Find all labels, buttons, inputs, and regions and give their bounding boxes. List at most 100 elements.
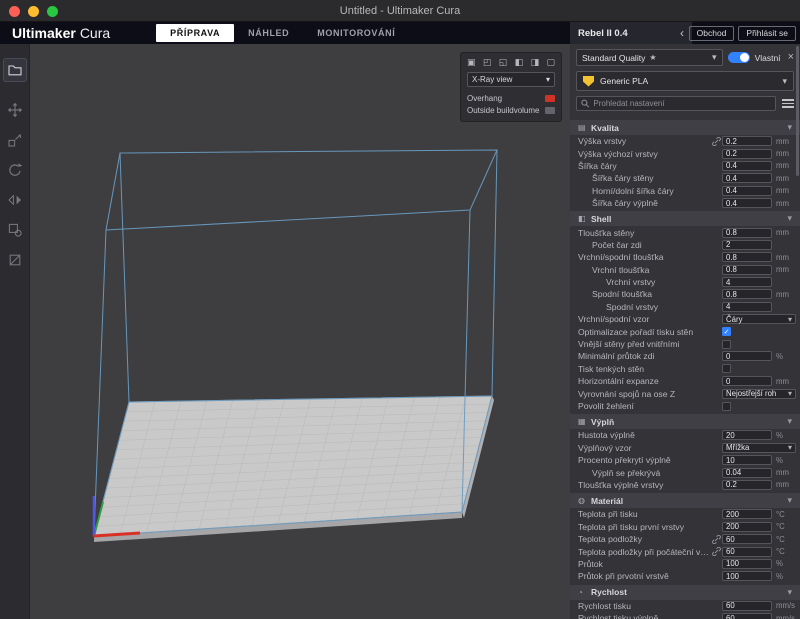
setting-value-input[interactable]: 20 (722, 430, 772, 440)
setting-value-input[interactable]: 100 (722, 559, 772, 569)
setting-value-input[interactable]: 2 (722, 240, 772, 250)
header-buttons: Obchod Přihlásit se (689, 26, 796, 41)
settings-menu-icon[interactable] (782, 99, 794, 108)
setting-value-input[interactable]: 0.2 (722, 149, 772, 159)
view-3d-icon[interactable]: ▣ (467, 58, 476, 67)
tab-nahled[interactable]: NÁHLED (234, 24, 303, 42)
support-blocker-button[interactable] (3, 248, 27, 272)
setting-dropdown-value: Mřížka (726, 443, 749, 452)
view-right-icon[interactable]: ◨ (531, 58, 540, 67)
printer-selector[interactable]: Rebel II 0.4 ‹ (570, 22, 692, 44)
setting-row-rychlost-tisku: Rychlost tisku60mm/s (570, 600, 800, 612)
setting-row-teplota-podlozky: Teplota podložky60°C (570, 533, 800, 545)
section-header-kvalita[interactable]: ▤Kvalita▾ (570, 120, 800, 135)
logo-cura: Cura (80, 25, 110, 41)
setting-row-teplota-pri-tisku-prvni-vrstvy: Teplota při tisku první vrstvy200°C (570, 521, 800, 533)
setting-checkbox[interactable] (722, 402, 731, 411)
minimize-window-button[interactable] (28, 6, 39, 17)
legend-color-swatch (545, 107, 555, 114)
setting-label: Rychlost tisku (570, 601, 722, 611)
custom-mode-toggle[interactable] (728, 52, 750, 63)
setting-dropdown[interactable]: Čáry▾ (722, 314, 796, 324)
signin-button[interactable]: Přihlásit se (738, 26, 796, 41)
setting-value-input[interactable]: 60 (722, 534, 772, 544)
setting-label: Výplň se překrývá (570, 468, 722, 478)
settings-scrollbar[interactable] (796, 46, 799, 176)
section-title: Materiál (591, 496, 623, 506)
setting-value-input[interactable]: 0.8 (722, 252, 772, 262)
collapse-chevron-icon[interactable]: ‹ (680, 27, 684, 39)
setting-value-input[interactable]: 100 (722, 571, 772, 581)
setting-value-input[interactable]: 4 (722, 302, 772, 312)
move-button[interactable] (3, 98, 27, 122)
setting-label: Šířka čáry (570, 161, 722, 171)
setting-label: Hustota výplně (570, 430, 722, 440)
search-icon (581, 99, 589, 108)
setting-row-tloustka-steny: Tloušťka stěny0.8mm (570, 226, 800, 238)
rotate-icon (7, 162, 23, 178)
section-header-shell[interactable]: ◧Shell▾ (570, 211, 800, 226)
view-options-panel: ▣◰◱◧◨▢ X-Ray view ▾ OverhangOutside buil… (460, 52, 562, 122)
cura-window: Untitled - Ultimaker Cura UltimakerCura … (0, 0, 800, 619)
view-mode-dropdown[interactable]: X-Ray view ▾ (467, 72, 555, 87)
setting-checkbox[interactable] (722, 340, 731, 349)
viewport-3d[interactable]: ▣◰◱◧◨▢ X-Ray view ▾ OverhangOutside buil… (30, 44, 570, 619)
setting-value-input[interactable]: 0.4 (722, 198, 772, 208)
setting-unit: mm/s (772, 601, 796, 610)
setting-unit: °C (772, 547, 796, 556)
setting-checkbox[interactable] (722, 364, 731, 373)
section-header-material[interactable]: ◍Materiál▾ (570, 493, 800, 508)
setting-value-input[interactable]: 60 (722, 547, 772, 557)
setting-value-input[interactable]: 10 (722, 455, 772, 465)
setting-label: Povolit žehlení (570, 401, 722, 411)
setting-value-input[interactable]: 4 (722, 277, 772, 287)
setting-label: Teplota při tisku (570, 509, 722, 519)
setting-value-input[interactable]: 200 (722, 522, 772, 532)
setting-value-input[interactable]: 0.8 (722, 289, 772, 299)
chevron-down-icon: ▾ (712, 52, 717, 63)
setting-value-input[interactable]: 0.2 (722, 480, 772, 490)
setting-value-input[interactable]: 60 (722, 613, 772, 619)
section-header-rychlost[interactable]: ◔Rychlost▾ (570, 585, 800, 600)
marketplace-button[interactable]: Obchod (689, 26, 735, 41)
view-front-icon[interactable]: ◰ (483, 58, 492, 67)
setting-label: Optimalizace pořadí tisku stěn (570, 327, 722, 337)
setting-value-input[interactable]: 0.4 (722, 186, 772, 196)
view-bottom-icon[interactable]: ▢ (546, 58, 555, 67)
setting-value-input[interactable]: 0 (722, 376, 772, 386)
search-settings-input[interactable] (593, 99, 771, 108)
tab-monitorovani[interactable]: MONITOROVÁNÍ (303, 24, 409, 42)
view-top-icon[interactable]: ◱ (499, 58, 508, 67)
setting-unit: °C (772, 510, 796, 519)
tab-priprava[interactable]: PŘÍPRAVA (156, 24, 234, 42)
setting-value-input[interactable]: 0 (722, 351, 772, 361)
favorite-star-icon: ★ (649, 53, 656, 62)
setting-dropdown[interactable]: Nejostřejší roh▾ (722, 389, 796, 399)
scale-button[interactable] (3, 128, 27, 152)
setting-dropdown[interactable]: Mřížka▾ (722, 443, 796, 453)
setting-value-input[interactable]: 200 (722, 509, 772, 519)
setting-value-input[interactable]: 0.2 (722, 136, 772, 146)
profile-dropdown[interactable]: Standard Quality ★ ▾ (576, 49, 723, 66)
material-dropdown[interactable]: Generic PLA ▾ (576, 71, 794, 91)
setting-checkbox[interactable]: ✓ (722, 327, 731, 336)
rotate-button[interactable] (3, 158, 27, 182)
setting-value-input[interactable]: 0.8 (722, 265, 772, 275)
search-box (576, 96, 776, 111)
setting-value-input[interactable]: 0.04 (722, 468, 772, 478)
per-model-settings-button[interactable] (3, 218, 27, 242)
close-panel-icon[interactable]: × (788, 52, 794, 63)
setting-value-input[interactable]: 60 (722, 601, 772, 611)
setting-label: Šířka čáry stěny (570, 173, 722, 183)
open-file-button[interactable] (3, 58, 27, 82)
section-header-vypln[interactable]: ▦Výplň▾ (570, 414, 800, 429)
mirror-button[interactable] (3, 188, 27, 212)
setting-value-input[interactable]: 0.8 (722, 228, 772, 238)
setting-value-input[interactable]: 0.4 (722, 161, 772, 171)
close-window-button[interactable] (9, 6, 20, 17)
view-left-icon[interactable]: ◧ (515, 58, 524, 67)
setting-label: Vrchní/spodní tloušťka (570, 252, 722, 262)
print-settings-panel: Standard Quality ★ ▾ Vlastní × Generic P… (570, 44, 800, 619)
zoom-window-button[interactable] (47, 6, 58, 17)
setting-value-input[interactable]: 0.4 (722, 173, 772, 183)
